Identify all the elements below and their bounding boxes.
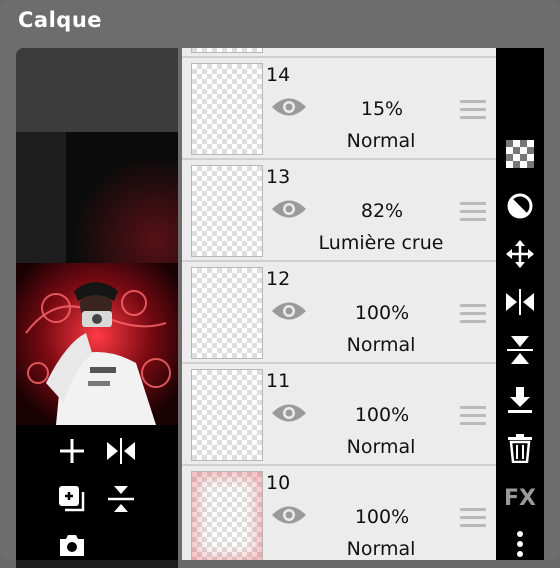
layer-row-15[interactable] <box>182 48 496 58</box>
layer-opacity[interactable]: 15% <box>324 98 440 120</box>
layer-thumbnail[interactable] <box>191 165 263 257</box>
layer-blend-mode[interactable]: Normal <box>306 436 456 458</box>
layer-thumbnail-image[interactable] <box>16 263 178 425</box>
layer-row[interactable]: 14 15% Normal <box>182 58 496 160</box>
drag-handle-icon[interactable] <box>460 304 486 328</box>
layer-row[interactable]: 10 100% Normal <box>182 466 496 560</box>
visibility-eye-icon[interactable] <box>270 196 308 226</box>
flip-horizontal-icon[interactable] <box>504 286 536 318</box>
layer-row[interactable]: 12 100% Normal <box>182 262 496 364</box>
layer-row[interactable]: 13 82% Lumière crue <box>182 160 496 262</box>
flip-horizontal-icon[interactable] <box>101 431 141 471</box>
merge-down-icon[interactable] <box>504 384 536 416</box>
layer-opacity[interactable]: 100% <box>324 404 440 426</box>
layer-number: 11 <box>266 370 291 392</box>
camera-icon[interactable] <box>52 525 92 565</box>
visibility-eye-icon[interactable] <box>270 502 308 532</box>
layer-list[interactable]: 14 15% Normal 13 82% Lumière crue 12 100… <box>182 48 496 560</box>
layer-row[interactable]: 11 100% Normal <box>182 364 496 466</box>
visibility-eye-icon[interactable] <box>270 298 308 328</box>
drag-handle-icon[interactable] <box>460 202 486 226</box>
layer-number: 13 <box>266 166 291 188</box>
layer-thumbnail[interactable] <box>191 471 263 560</box>
move-icon[interactable] <box>504 238 536 270</box>
trash-icon[interactable] <box>504 432 536 464</box>
fx-icon[interactable]: FX <box>504 482 536 514</box>
layer-blend-mode[interactable]: Normal <box>306 334 456 356</box>
layer-number: 10 <box>266 472 291 494</box>
layer-opacity[interactable]: 82% <box>324 200 440 222</box>
duplicate-icon[interactable] <box>52 479 92 519</box>
drag-handle-icon[interactable] <box>460 406 486 430</box>
layer-opacity[interactable]: 100% <box>324 506 440 528</box>
clipping-icon[interactable] <box>504 190 536 222</box>
layer-blend-mode[interactable]: Normal <box>306 538 456 560</box>
layer-number: 12 <box>266 268 291 290</box>
more-icon[interactable] <box>504 528 536 560</box>
layer-opacity[interactable]: 100% <box>324 302 440 324</box>
drag-handle-icon[interactable] <box>460 508 486 532</box>
visibility-eye-icon[interactable] <box>270 400 308 430</box>
flip-vertical-icon[interactable] <box>504 334 536 366</box>
visibility-eye-icon[interactable] <box>270 94 308 124</box>
add-icon[interactable] <box>52 431 92 471</box>
layer-thumbnail[interactable] <box>191 267 263 359</box>
panel-title: Calque <box>18 8 103 32</box>
transparency-lock-icon[interactable] <box>504 138 536 170</box>
layer-thumbnail[interactable] <box>191 63 263 155</box>
layer-panel: Calque 14 15% Normal 13 82% Lumière crue… <box>0 0 560 568</box>
layer-blend-mode[interactable]: Normal <box>306 130 456 152</box>
layer-thumbnail[interactable] <box>191 369 263 461</box>
merge-icon[interactable] <box>101 479 141 519</box>
layer-thumbnail[interactable] <box>191 48 263 53</box>
drag-handle-icon[interactable] <box>460 100 486 124</box>
layer-tools <box>16 425 178 560</box>
layer-number: 14 <box>266 64 291 86</box>
layer-blend-mode[interactable]: Lumière crue <box>306 232 456 254</box>
layer-action-bar: FX <box>496 48 544 560</box>
